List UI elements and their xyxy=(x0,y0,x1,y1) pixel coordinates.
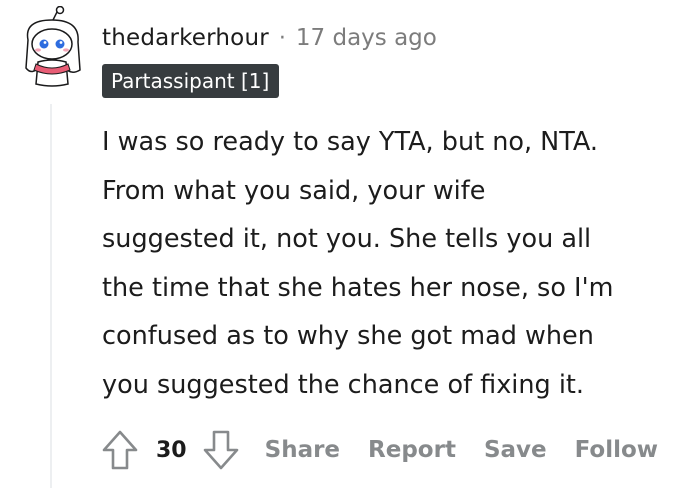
report-button[interactable]: Report xyxy=(368,437,456,463)
thread-line[interactable] xyxy=(50,104,52,488)
share-button[interactable]: Share xyxy=(265,437,340,463)
timestamp-link[interactable]: 17 days ago xyxy=(296,25,437,51)
vote-score: 30 xyxy=(156,437,187,463)
user-flair-badge: Partassipant [1] xyxy=(102,64,280,98)
comment-body: I was so ready to say YTA, but no, NTA. … xyxy=(102,127,614,400)
follow-button[interactable]: Follow xyxy=(575,437,658,463)
meta-separator: · xyxy=(278,25,286,51)
comment: thedarkerhour · 17 days ago Partassipant… xyxy=(0,0,700,494)
downvote-arrow-icon[interactable] xyxy=(201,428,241,472)
user-avatar-icon[interactable] xyxy=(18,5,86,90)
comment-meta: thedarkerhour · 17 days ago xyxy=(102,20,437,56)
save-button[interactable]: Save xyxy=(484,437,547,463)
username-link[interactable]: thedarkerhour xyxy=(102,25,269,51)
upvote-arrow-icon[interactable] xyxy=(100,428,140,472)
comment-action-bar: 30 Share Report Save Follow xyxy=(100,424,658,476)
snoo-avatar-icon xyxy=(25,5,81,87)
